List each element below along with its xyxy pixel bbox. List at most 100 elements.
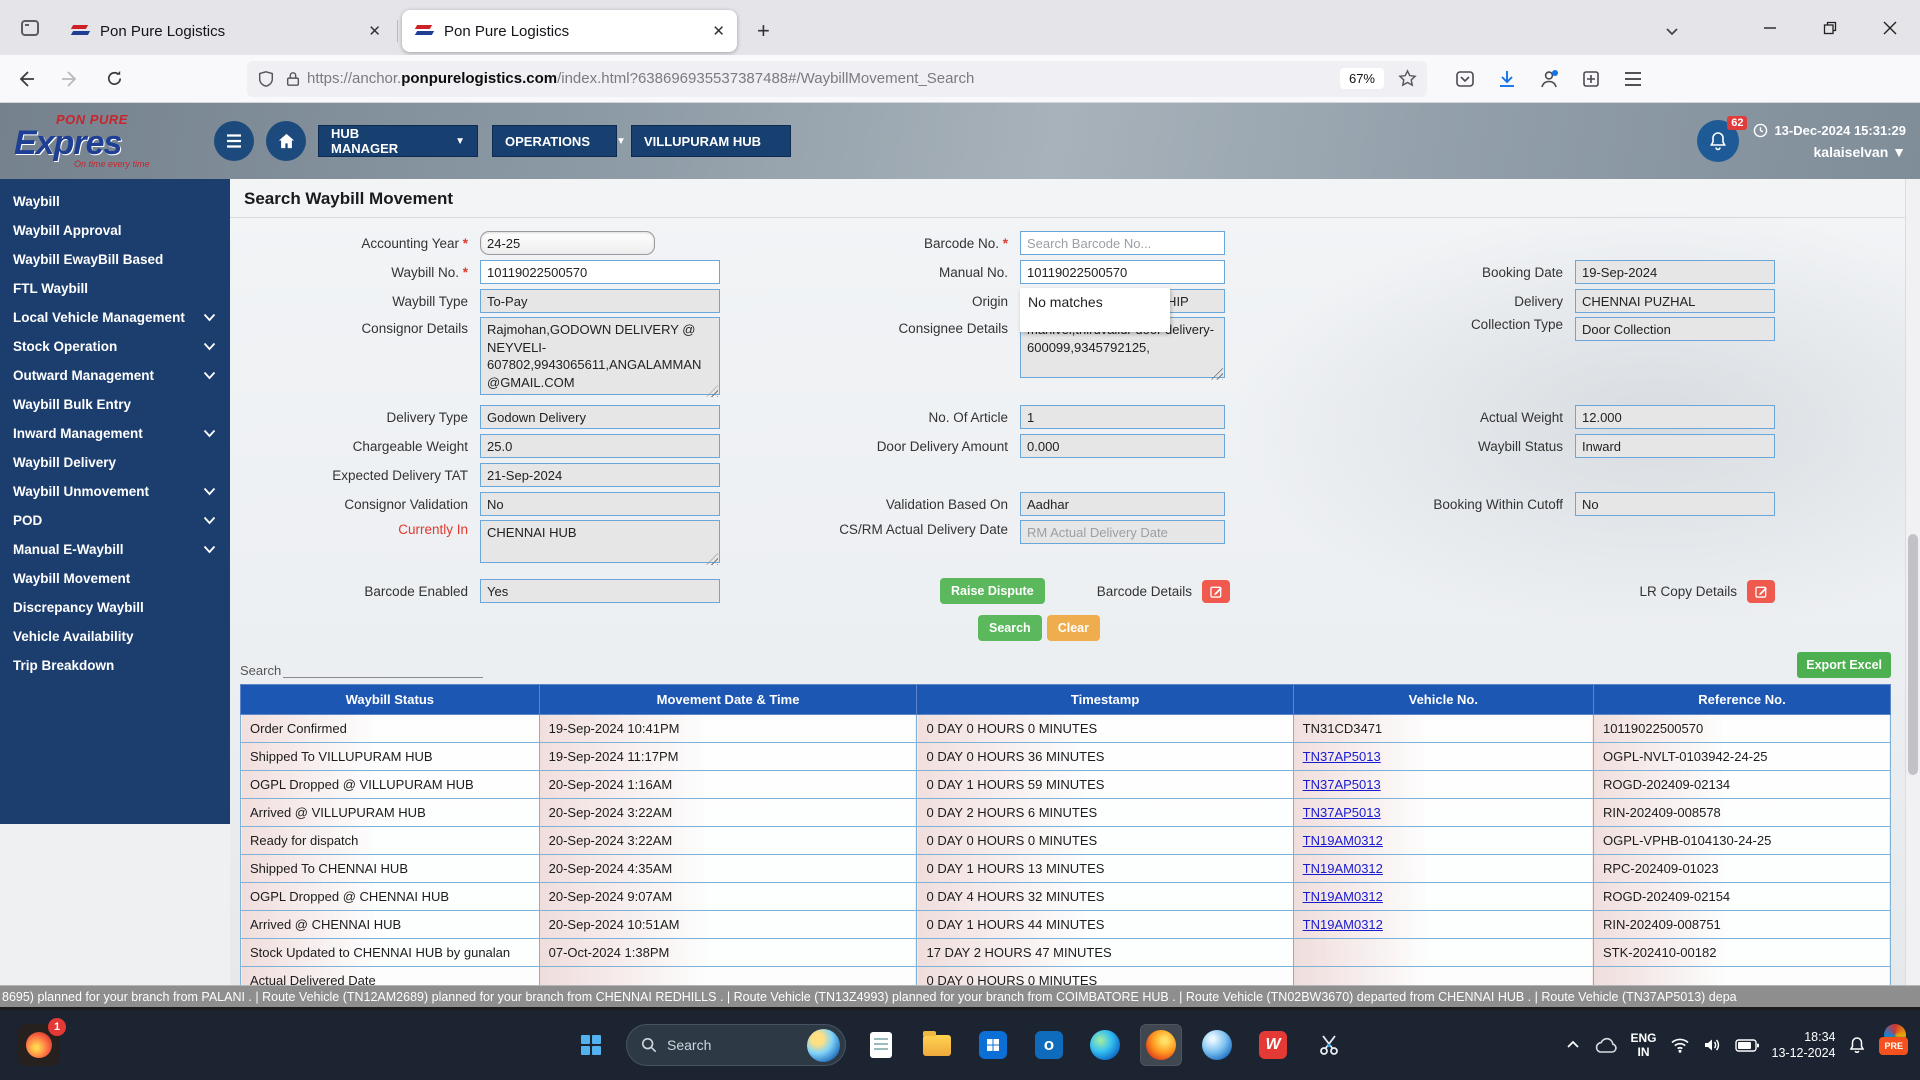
- consignor-details-textarea[interactable]: Rajmohan,GODOWN DELIVERY @ NEYVELI-60780…: [480, 317, 720, 395]
- taskbar-app-snipping[interactable]: [1308, 1024, 1350, 1066]
- sidebar-item-waybill-ewaybill-based[interactable]: Waybill EwayBill Based: [0, 245, 230, 274]
- tab-close-icon[interactable]: ✕: [712, 22, 725, 40]
- vehicle-link[interactable]: TN37AP5013: [1303, 805, 1381, 820]
- notifications-bell-icon[interactable]: [1848, 1036, 1866, 1055]
- pocket-icon[interactable]: [1455, 69, 1475, 89]
- scrollbar-thumb[interactable]: [1908, 534, 1918, 776]
- window-minimize-button[interactable]: [1740, 4, 1800, 52]
- table-search-input[interactable]: [283, 662, 483, 678]
- clear-button[interactable]: Clear: [1047, 615, 1100, 641]
- sidebar-item-trip-breakdown[interactable]: Trip Breakdown: [0, 651, 230, 680]
- sidebar-menu: Waybill Waybill Approval Waybill EwayBil…: [0, 179, 230, 824]
- sidebar-item-waybill[interactable]: Waybill: [0, 187, 230, 216]
- sidebar-item-waybill-bulk-entry[interactable]: Waybill Bulk Entry: [0, 390, 230, 419]
- shield-icon[interactable]: [257, 70, 275, 88]
- sidebar-item-waybill-unmovement[interactable]: Waybill Unmovement: [0, 477, 230, 506]
- taskbar-app-notepad[interactable]: [860, 1024, 902, 1066]
- sidebar-item-vehicle-availability[interactable]: Vehicle Availability: [0, 622, 230, 651]
- taskbar-app-file-explorer[interactable]: [916, 1024, 958, 1066]
- col-movement-datetime[interactable]: Movement Date & Time: [539, 685, 917, 715]
- browser-tab-1[interactable]: Pon Pure Logistics ✕: [58, 10, 393, 52]
- taskbar-app-firefox-active[interactable]: [1140, 1024, 1182, 1066]
- vehicle-cell: [1293, 967, 1593, 986]
- language-indicator[interactable]: ENGIN: [1631, 1031, 1657, 1059]
- firefox-view-button[interactable]: [12, 10, 48, 46]
- vehicle-link[interactable]: TN19AM0312: [1303, 861, 1383, 876]
- window-restore-button[interactable]: [1800, 4, 1860, 52]
- sidebar-item-ftl-waybill[interactable]: FTL Waybill: [0, 274, 230, 303]
- hidden-icons-chevron[interactable]: [1565, 1037, 1581, 1053]
- sidebar-item-local-vehicle-management[interactable]: Local Vehicle Management: [0, 303, 230, 332]
- vehicle-link[interactable]: TN37AP5013: [1303, 777, 1381, 792]
- url-bar[interactable]: https://anchor.ponpurelogistics.com/inde…: [247, 61, 1427, 97]
- sidebar-item-discrepancy-waybill[interactable]: Discrepancy Waybill: [0, 593, 230, 622]
- corner-app-button[interactable]: 1: [18, 1024, 60, 1066]
- vehicle-link[interactable]: TN37AP5013: [1303, 749, 1381, 764]
- reload-button[interactable]: [96, 61, 132, 97]
- user-menu[interactable]: kalaiselvan ▼: [1814, 144, 1906, 160]
- vehicle-link[interactable]: TN19AM0312: [1303, 889, 1383, 904]
- account-icon[interactable]: [1539, 69, 1559, 89]
- module-dropdown[interactable]: OPERATIONS▼: [492, 125, 617, 157]
- volume-icon[interactable]: [1703, 1037, 1722, 1053]
- vehicle-link[interactable]: TN19AM0312: [1303, 917, 1383, 932]
- zoom-level-badge[interactable]: 67%: [1340, 68, 1384, 89]
- weather-icon[interactable]: [807, 1029, 840, 1062]
- taskbar-clock[interactable]: 18:34 13-12-2024: [1772, 1029, 1836, 1061]
- taskbar-search[interactable]: Search: [626, 1024, 846, 1066]
- menu-icon[interactable]: [1623, 70, 1643, 88]
- sidebar-item-inward-management[interactable]: Inward Management: [0, 419, 230, 448]
- window-close-button[interactable]: [1860, 4, 1920, 52]
- taskbar-app-wps[interactable]: W: [1252, 1024, 1294, 1066]
- hamburger-menu-button[interactable]: [214, 121, 254, 161]
- manual-no-input[interactable]: [1020, 260, 1225, 284]
- barcode-no-input[interactable]: [1020, 231, 1225, 255]
- sidebar-item-stock-operation[interactable]: Stock Operation: [0, 332, 230, 361]
- vehicle-link[interactable]: TN19AM0312: [1303, 833, 1383, 848]
- download-icon[interactable]: [1497, 69, 1517, 89]
- col-waybill-status[interactable]: Waybill Status: [241, 685, 540, 715]
- barcode-details-edit-button[interactable]: [1202, 580, 1230, 603]
- list-all-tabs-button[interactable]: [1664, 23, 1680, 39]
- sidebar-item-waybill-delivery[interactable]: Waybill Delivery: [0, 448, 230, 477]
- bookmark-star-icon[interactable]: [1398, 69, 1417, 88]
- taskbar-app-edge[interactable]: [1084, 1024, 1126, 1066]
- collection-type-input: [1575, 317, 1775, 341]
- waybill-no-input[interactable]: [480, 260, 720, 284]
- currently-in-textarea[interactable]: CHENNAI HUB: [480, 520, 720, 563]
- tab-close-icon[interactable]: ✕: [368, 22, 381, 40]
- new-tab-button[interactable]: +: [749, 18, 778, 44]
- back-button[interactable]: [8, 61, 44, 97]
- search-button[interactable]: Search: [978, 615, 1042, 641]
- notifications-button[interactable]: 62: [1697, 120, 1739, 162]
- lr-copy-details-edit-button[interactable]: [1747, 580, 1775, 603]
- sidebar-item-waybill-movement[interactable]: Waybill Movement: [0, 564, 230, 593]
- sidebar-item-manual-e-waybill[interactable]: Manual E-Waybill: [0, 535, 230, 564]
- taskbar-app-store[interactable]: [972, 1024, 1014, 1066]
- sidebar-item-waybill-approval[interactable]: Waybill Approval: [0, 216, 230, 245]
- col-reference-no[interactable]: Reference No.: [1593, 685, 1890, 715]
- page-scrollbar[interactable]: [1905, 179, 1920, 985]
- accounting-year-input[interactable]: [480, 231, 655, 255]
- battery-icon[interactable]: [1735, 1039, 1759, 1052]
- screen-recorder-tray[interactable]: PRE: [1879, 1036, 1908, 1054]
- taskbar-app-outlook[interactable]: o: [1028, 1024, 1070, 1066]
- home-button[interactable]: [266, 121, 306, 161]
- raise-dispute-button[interactable]: Raise Dispute: [940, 578, 1045, 604]
- onedrive-cloud-icon[interactable]: [1594, 1037, 1618, 1054]
- col-timestamp[interactable]: Timestamp: [917, 685, 1293, 715]
- taskbar-app-orb[interactable]: [1196, 1024, 1238, 1066]
- export-excel-button[interactable]: Export Excel: [1797, 652, 1891, 678]
- extensions-icon[interactable]: [1581, 69, 1601, 89]
- forward-button[interactable]: [52, 61, 88, 97]
- hub-label-box[interactable]: VILLUPURAM HUB: [631, 125, 791, 157]
- search-icon: [641, 1037, 657, 1053]
- role-dropdown[interactable]: HUB MANAGER▼: [318, 125, 478, 157]
- wifi-icon[interactable]: [1670, 1037, 1690, 1053]
- sidebar-item-pod[interactable]: POD: [0, 506, 230, 535]
- sidebar-item-outward-management[interactable]: Outward Management: [0, 361, 230, 390]
- lock-icon[interactable]: [285, 70, 301, 88]
- browser-tab-2-active[interactable]: Pon Pure Logistics ✕: [402, 10, 737, 52]
- start-button[interactable]: [570, 1024, 612, 1066]
- col-vehicle-no[interactable]: Vehicle No.: [1293, 685, 1593, 715]
